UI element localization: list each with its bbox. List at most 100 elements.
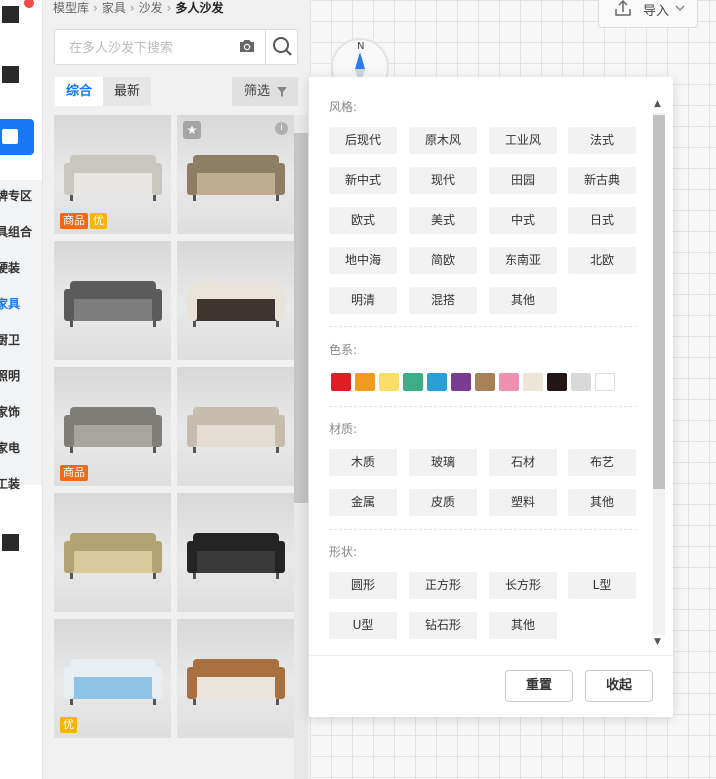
- collapse-button[interactable]: 收起: [585, 670, 653, 702]
- style-option[interactable]: 混搭: [409, 287, 477, 314]
- material-option[interactable]: 塑料: [489, 489, 557, 516]
- library-scrollbar[interactable]: [294, 115, 308, 779]
- color-swatch[interactable]: [499, 373, 519, 391]
- shape-option[interactable]: 正方形: [409, 572, 477, 599]
- color-swatch[interactable]: [523, 373, 543, 391]
- rail-icon-top[interactable]: [2, 6, 19, 23]
- scroll-down-icon[interactable]: ▼: [654, 637, 661, 647]
- style-option[interactable]: 日式: [568, 207, 636, 234]
- rail-category-item[interactable]: 具组合: [0, 216, 42, 252]
- style-option[interactable]: 欧式: [329, 207, 397, 234]
- material-option[interactable]: 玻璃: [409, 449, 477, 476]
- style-option[interactable]: 新古典: [568, 167, 636, 194]
- rail-category-item[interactable]: 照明: [0, 360, 42, 396]
- tab-latest[interactable]: 最新: [103, 77, 151, 106]
- shape-option[interactable]: 其他: [489, 612, 557, 639]
- info-icon[interactable]: i: [275, 122, 288, 135]
- shape-option[interactable]: U型: [329, 612, 397, 639]
- search-box: [54, 29, 298, 65]
- model-card[interactable]: [177, 241, 294, 360]
- rail-category-item[interactable]: 牌专区: [0, 180, 42, 216]
- model-card[interactable]: 商品优: [54, 115, 171, 234]
- style-option[interactable]: 工业风: [489, 127, 557, 154]
- rail-category-item[interactable]: 硬装: [0, 252, 42, 288]
- style-option[interactable]: 后现代: [329, 127, 397, 154]
- color-swatch[interactable]: [595, 373, 615, 391]
- style-option[interactable]: 简欧: [409, 247, 477, 274]
- model-card[interactable]: 商品: [54, 367, 171, 486]
- rail-icon-library-active[interactable]: [0, 119, 34, 155]
- model-card[interactable]: [177, 619, 294, 738]
- filter-scroll-thumb[interactable]: [653, 115, 665, 489]
- style-option[interactable]: 原木风: [409, 127, 477, 154]
- rail-icon-bottom[interactable]: [2, 534, 19, 551]
- style-option[interactable]: 其他: [489, 287, 557, 314]
- model-card[interactable]: ★ i: [177, 115, 294, 234]
- color-swatch[interactable]: [403, 373, 423, 391]
- style-option[interactable]: 东南亚: [489, 247, 557, 274]
- breadcrumb-separator: ›: [93, 1, 98, 15]
- camera-icon[interactable]: [238, 38, 258, 56]
- style-option[interactable]: 田园: [489, 167, 557, 194]
- style-option[interactable]: 地中海: [329, 247, 397, 274]
- breadcrumb-current: 多人沙发: [175, 1, 224, 15]
- model-card[interactable]: 优: [54, 619, 171, 738]
- material-option[interactable]: 布艺: [568, 449, 636, 476]
- rail-category-item[interactable]: 家电: [0, 432, 42, 468]
- search-button[interactable]: [265, 30, 298, 64]
- material-option[interactable]: 皮质: [409, 489, 477, 516]
- filter-footer: 重置 收起: [309, 655, 673, 717]
- rail-category-item[interactable]: 工装: [0, 468, 42, 504]
- color-swatch[interactable]: [547, 373, 567, 391]
- filter-scrollbar[interactable]: ▲ ▼: [652, 99, 666, 649]
- color-swatch[interactable]: [427, 373, 447, 391]
- breadcrumb-link[interactable]: 沙发: [139, 1, 163, 15]
- breadcrumb-link[interactable]: 模型库: [53, 1, 89, 15]
- style-option[interactable]: 北欧: [568, 247, 636, 274]
- color-swatch[interactable]: [355, 373, 375, 391]
- style-option[interactable]: 明清: [329, 287, 397, 314]
- model-card[interactable]: [54, 493, 171, 612]
- import-button[interactable]: 导入: [598, 0, 698, 28]
- style-option[interactable]: 现代: [409, 167, 477, 194]
- material-option[interactable]: 金属: [329, 489, 397, 516]
- color-swatch[interactable]: [475, 373, 495, 391]
- rail-category-item[interactable]: 厨卫: [0, 324, 42, 360]
- style-option[interactable]: 美式: [409, 207, 477, 234]
- rail-category-item[interactable]: 家饰: [0, 396, 42, 432]
- shape-option[interactable]: 长方形: [489, 572, 557, 599]
- style-option[interactable]: 中式: [489, 207, 557, 234]
- color-swatch[interactable]: [571, 373, 591, 391]
- style-option[interactable]: 法式: [568, 127, 636, 154]
- breadcrumb-link[interactable]: 家具: [102, 1, 126, 15]
- material-option[interactable]: 木质: [329, 449, 397, 476]
- material-option[interactable]: 石材: [489, 449, 557, 476]
- model-card[interactable]: [177, 493, 294, 612]
- shape-option[interactable]: L型: [568, 572, 636, 599]
- color-swatch[interactable]: [379, 373, 399, 391]
- model-card[interactable]: [177, 367, 294, 486]
- library-scroll-thumb[interactable]: [294, 133, 308, 503]
- card-badges: 商品优: [60, 213, 109, 229]
- style-option[interactable]: 新中式: [329, 167, 397, 194]
- color-swatch[interactable]: [451, 373, 471, 391]
- color-swatch[interactable]: [331, 373, 351, 391]
- favorite-star-icon[interactable]: ★: [183, 121, 201, 139]
- shape-option[interactable]: 圆形: [329, 572, 397, 599]
- rail-category-item[interactable]: 家具: [0, 288, 42, 324]
- shape-section-title: 形状:: [329, 545, 358, 559]
- material-option[interactable]: 其他: [568, 489, 636, 516]
- color-section-title: 色系:: [329, 343, 358, 357]
- breadcrumb-separator: ›: [166, 1, 172, 15]
- section-divider: [329, 406, 637, 407]
- rail-icon-2[interactable]: [2, 66, 19, 83]
- tab-comprehensive[interactable]: 综合: [55, 77, 103, 106]
- search-input[interactable]: [55, 30, 235, 64]
- funnel-icon: [277, 87, 287, 97]
- filter-button[interactable]: 筛选: [232, 77, 298, 106]
- shape-option[interactable]: 钻石形: [409, 612, 477, 639]
- sofa-thumbnail-image: [187, 533, 285, 579]
- model-card[interactable]: [54, 241, 171, 360]
- scroll-up-icon[interactable]: ▲: [654, 99, 661, 109]
- reset-button[interactable]: 重置: [505, 670, 573, 702]
